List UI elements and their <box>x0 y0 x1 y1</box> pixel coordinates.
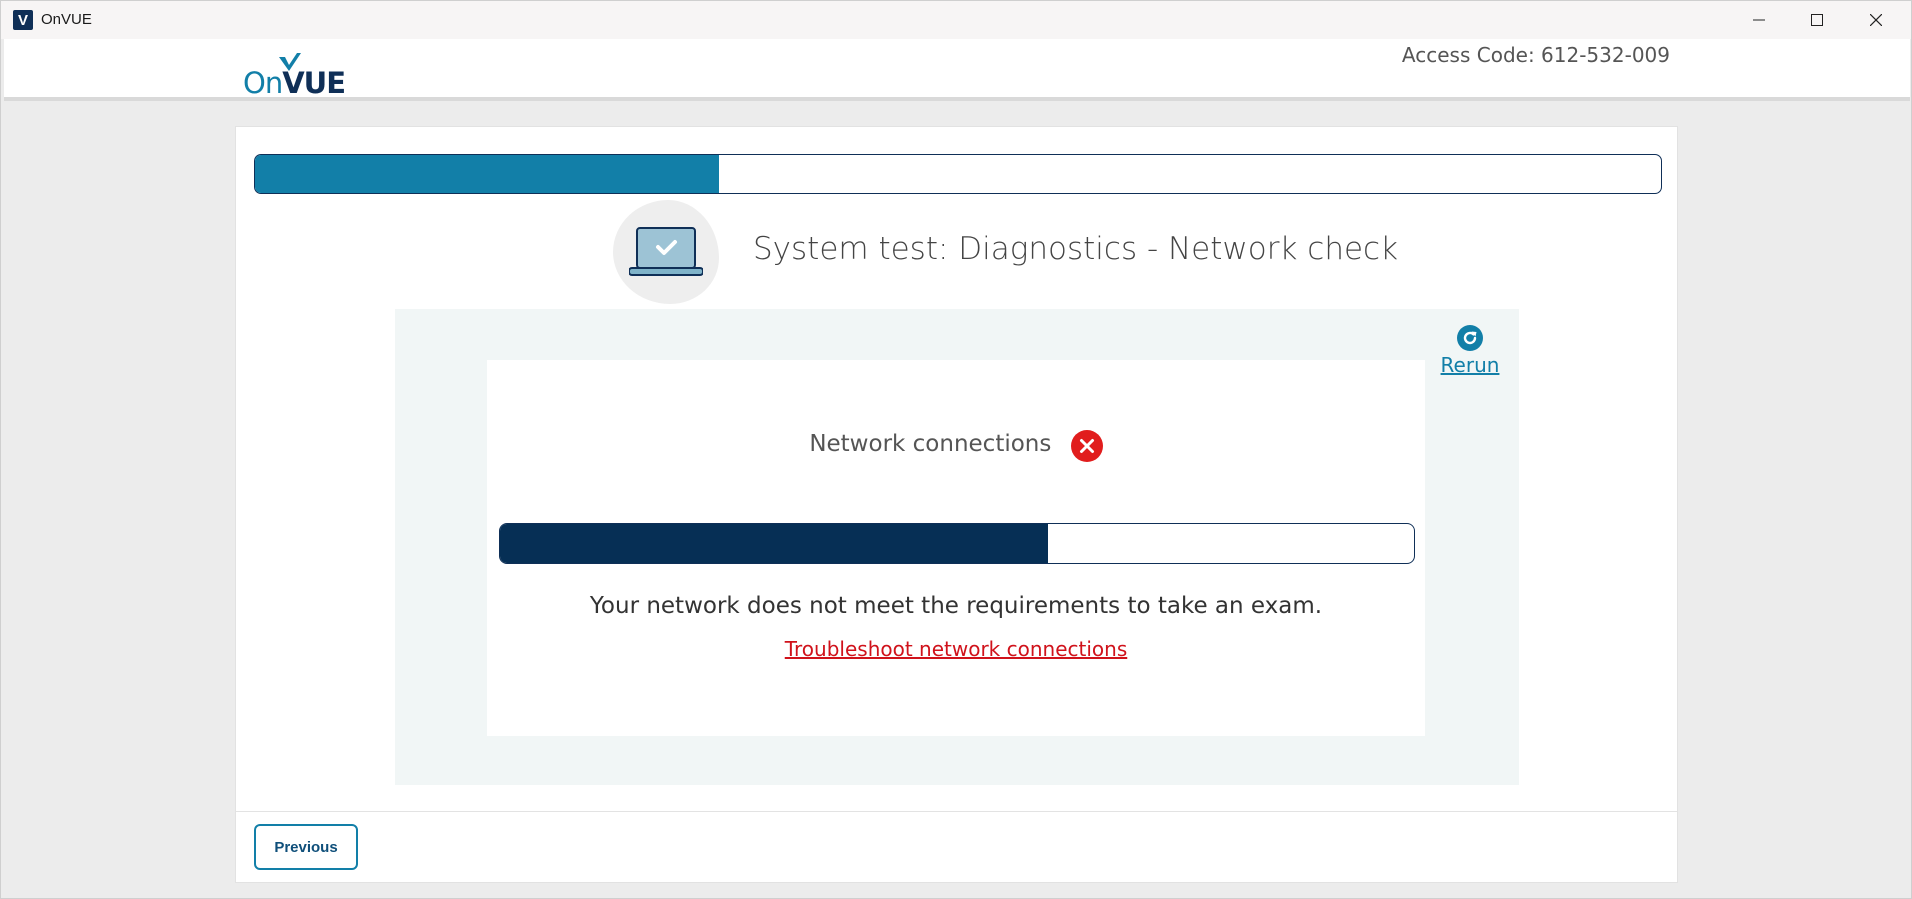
maximize-button[interactable] <box>1788 1 1846 39</box>
minimize-icon <box>1753 19 1765 21</box>
logo-on: On <box>243 66 283 100</box>
rerun-label[interactable]: Rerun <box>1435 353 1505 377</box>
laptop-check-icon <box>629 227 703 276</box>
previous-button[interactable]: Previous <box>254 824 358 870</box>
onvue-logo: OnVUE <box>243 53 346 100</box>
overall-progress-bar <box>254 154 1662 194</box>
step-title: System test: Diagnostics - Network check <box>753 231 1399 267</box>
rerun-button[interactable]: Rerun <box>1435 325 1505 377</box>
overall-progress-fill <box>255 155 719 193</box>
app-logo-icon: V <box>13 10 33 30</box>
title-bar: V OnVUE <box>1 1 1911 39</box>
network-check-panel: Rerun Network connections Your network d… <box>395 309 1519 785</box>
close-button[interactable] <box>1847 1 1905 39</box>
laptop-illustration <box>613 200 719 304</box>
network-result-box: Network connections Your network does no… <box>487 360 1425 736</box>
main-card: System test: Diagnostics - Network check… <box>235 126 1678 883</box>
network-status-row: Network connections <box>487 426 1425 462</box>
minimize-button[interactable] <box>1730 1 1788 39</box>
app-window: V OnVUE OnVUE Access Code: 612-532-009 S… <box>0 0 1912 899</box>
network-progress-bar <box>499 523 1415 564</box>
window-title: OnVUE <box>41 11 92 28</box>
maximize-icon <box>1811 14 1823 26</box>
troubleshoot-link[interactable]: Troubleshoot network connections <box>487 637 1425 661</box>
app-header: OnVUE Access Code: 612-532-009 <box>4 39 1910 101</box>
footer-divider <box>236 811 1677 812</box>
close-icon <box>1870 14 1882 26</box>
refresh-icon <box>1457 325 1483 351</box>
access-code: Access Code: 612-532-009 <box>1401 43 1670 67</box>
logo-vue: VUE <box>282 66 346 100</box>
network-progress-fill <box>500 524 1049 563</box>
network-label: Network connections <box>809 431 1052 457</box>
error-x-icon <box>1070 430 1103 462</box>
network-error-message: Your network does not meet the requireme… <box>589 593 1323 619</box>
